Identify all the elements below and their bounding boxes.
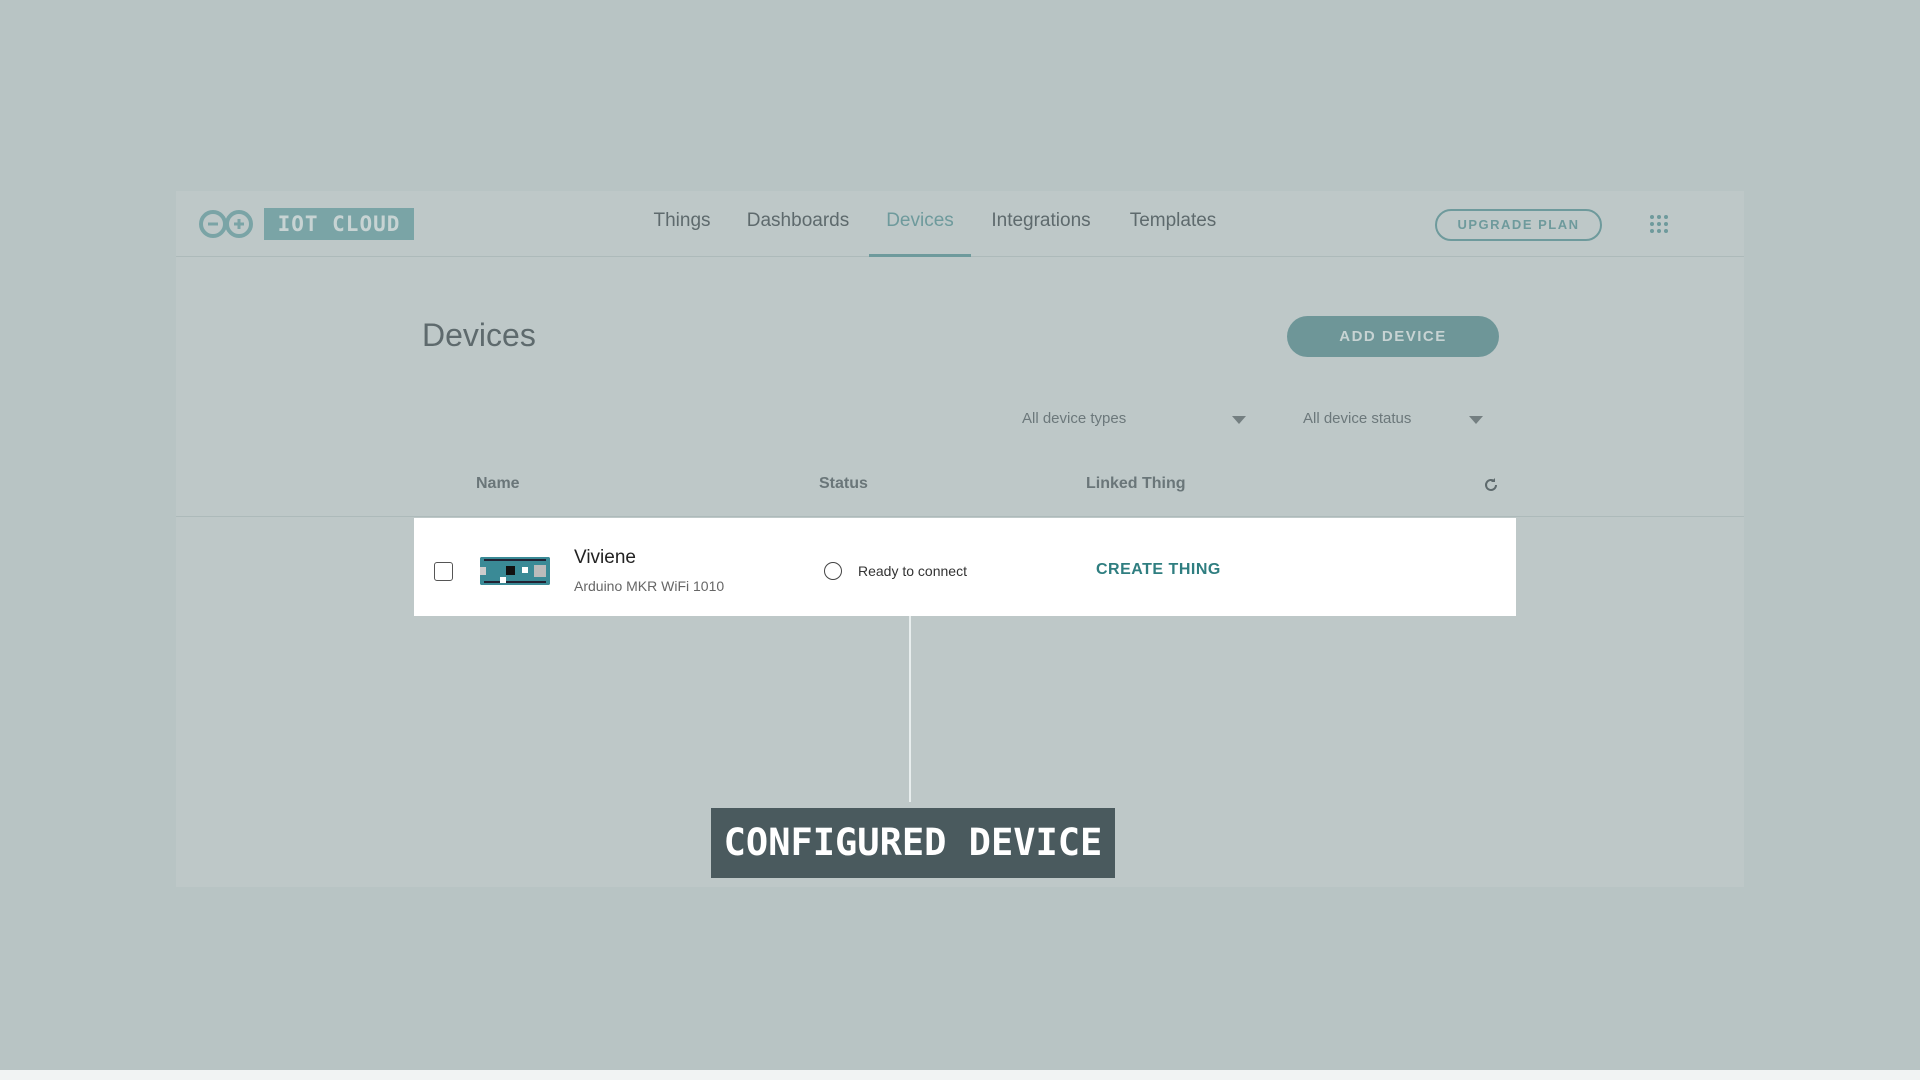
device-name[interactable]: Viviene <box>574 547 636 569</box>
bottom-strip <box>0 1070 1920 1080</box>
device-type: Arduino MKR WiFi 1010 <box>574 578 725 594</box>
device-status-filter-value: All device status <box>1303 410 1412 427</box>
device-status-filter[interactable]: All device status <box>1286 399 1499 439</box>
device-type-filter[interactable]: All device types <box>1005 399 1262 439</box>
add-device-button[interactable]: ADD DEVICE <box>1287 316 1499 357</box>
page-title: Devices <box>422 317 536 353</box>
grid-icon[interactable] <box>1649 214 1669 234</box>
column-header-status[interactable]: Status <box>819 475 868 493</box>
nav-integrations[interactable]: Integrations <box>991 210 1090 232</box>
chevron-down-icon <box>1232 416 1246 424</box>
column-header-name[interactable]: Name <box>476 475 520 493</box>
annotation-connector <box>909 616 911 802</box>
column-header-linked-thing[interactable]: Linked Thing <box>1086 475 1186 493</box>
annotation-label: CONFIGURED DEVICE <box>711 808 1115 878</box>
logo-text[interactable]: IOT CLOUD <box>264 208 414 240</box>
chevron-down-icon <box>1469 416 1483 424</box>
nav-dashboards[interactable]: Dashboards <box>747 210 849 232</box>
nav-devices[interactable]: Devices <box>886 210 954 232</box>
create-thing-link[interactable]: CREATE THING <box>1096 561 1221 579</box>
status-circle-icon <box>824 562 842 580</box>
active-tab-indicator <box>869 254 971 257</box>
arduino-logo-icon <box>199 210 253 238</box>
table-divider <box>176 516 1744 517</box>
refresh-icon[interactable] <box>1483 477 1499 493</box>
device-status: Ready to connect <box>858 563 967 579</box>
upgrade-plan-button[interactable]: UPGRADE PLAN <box>1435 209 1602 241</box>
device-board-image <box>480 557 550 585</box>
nav-things[interactable]: Things <box>653 210 710 232</box>
row-checkbox[interactable] <box>434 562 453 581</box>
nav-templates[interactable]: Templates <box>1130 210 1217 232</box>
device-type-filter-value: All device types <box>1022 410 1127 427</box>
